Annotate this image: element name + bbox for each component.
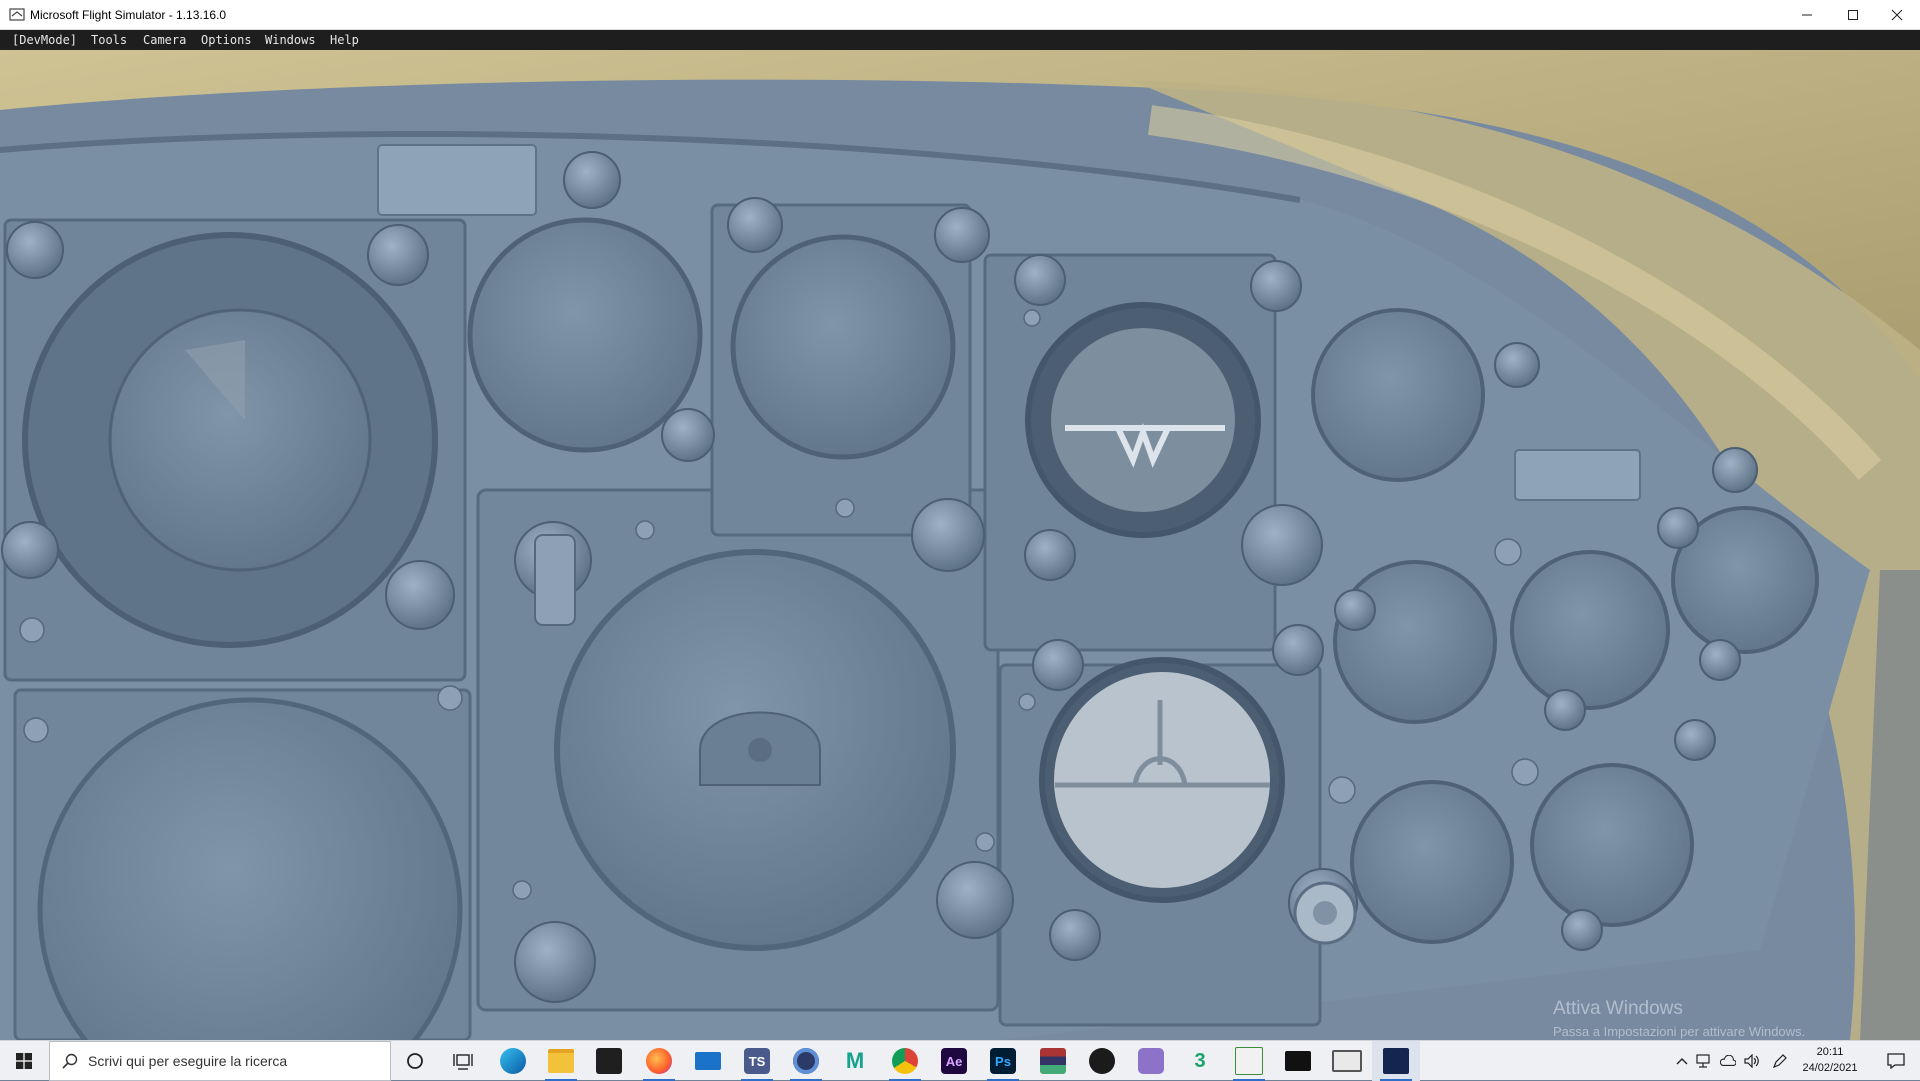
window-app-icon [1332,1050,1362,1072]
taskbar-firefox[interactable] [635,1041,683,1081]
search-icon [62,1053,78,1069]
taskbar-file-explorer[interactable] [537,1041,585,1081]
watermark-title: Attiva Windows [1553,998,1683,1019]
flight-sim-app-icon [9,8,25,21]
chrome-icon [892,1048,918,1074]
clock-date: 24/02/2021 [1802,1062,1858,1074]
menu-devmode[interactable]: [DevMode] [12,33,77,47]
terminal-icon [1285,1051,1311,1071]
snip-tool-icon [1138,1048,1164,1074]
file-explorer-icon [548,1049,574,1073]
notification-icon [1887,1053,1905,1069]
close-icon [1891,9,1903,21]
taskbar-chrome[interactable] [881,1041,929,1081]
menu-help[interactable]: Help [330,33,359,47]
tray-overflow[interactable] [1674,1053,1690,1069]
tray-volume[interactable] [1744,1053,1760,1069]
window-title: Microsoft Flight Simulator - 1.13.16.0 [30,8,227,22]
close-button[interactable] [1874,0,1920,30]
tray-network[interactable] [1696,1053,1712,1069]
devmode-menubar: [DevMode] Tools Camera Options Windows H… [0,30,1920,50]
taskbar-snip-tool[interactable] [1127,1041,1175,1081]
taskbar-app-circle[interactable] [782,1041,830,1081]
msfs-m-icon: M [845,1048,865,1073]
minimize-icon [1802,14,1812,16]
edge-icon [500,1048,526,1074]
app-3-icon: 3 [1194,1049,1206,1072]
maximize-button[interactable] [1830,0,1876,30]
taskbar-after-effects[interactable]: Ae [930,1041,978,1081]
taskbar-store[interactable] [585,1041,633,1081]
task-view-icon [453,1054,473,1070]
firefox-icon [646,1048,672,1074]
menu-options[interactable]: Options [201,33,252,47]
taskbar-flight-simulator[interactable] [1372,1041,1420,1081]
after-effects-icon: Ae [941,1048,967,1074]
winrar-icon [1040,1048,1066,1074]
app-circle-icon [793,1048,819,1074]
clock-time: 20:11 [1816,1046,1844,1058]
taskbar-search-box[interactable]: Scrivi qui per eseguire la ricerca [49,1041,391,1081]
taskbar-winrar[interactable] [1029,1041,1077,1081]
activation-watermark: Attiva Windows Passa a Impostazioni per … [1553,998,1805,1039]
taskbar-terminal[interactable] [1274,1041,1322,1081]
cortana-icon [407,1053,423,1069]
cockpit-instrument-panel [0,50,1920,1040]
window-titlebar: Microsoft Flight Simulator - 1.13.16.0 [0,0,1920,30]
taskbar-teamspeak[interactable]: TS [733,1041,781,1081]
teamspeak-icon: TS [744,1048,770,1074]
flight-sim-taskbar-icon [1383,1048,1409,1074]
tray-onedrive[interactable] [1720,1053,1736,1069]
search-placeholder: Scrivi qui per eseguire la ricerca [88,1053,288,1069]
task-manager-icon [1235,1047,1263,1075]
windows-logo-icon [16,1053,32,1069]
network-icon [1696,1054,1710,1068]
taskbar-mail[interactable] [684,1041,732,1081]
taskbar-window-app[interactable] [1323,1041,1371,1081]
taskbar-edge[interactable] [489,1041,537,1081]
cortana-button[interactable] [391,1041,439,1081]
notification-center-button[interactable] [1876,1041,1916,1081]
taskbar-msfs-m[interactable]: M [831,1041,879,1081]
start-button[interactable] [0,1041,48,1081]
menu-tools[interactable]: Tools [91,33,127,47]
menu-windows[interactable]: Windows [265,33,316,47]
maximize-icon [1848,10,1858,20]
store-icon [596,1048,622,1074]
cockpit-viewport[interactable]: Attiva Windows Passa a Impostazioni per … [0,50,1920,1040]
task-view-button[interactable] [439,1041,487,1081]
taskbar-app-3[interactable]: 3 [1176,1041,1224,1081]
taskbar-photoshop[interactable]: Ps [979,1041,1027,1081]
menu-camera[interactable]: Camera [143,33,186,47]
onedrive-icon [1720,1055,1736,1066]
xbox-icon [1089,1048,1115,1074]
watermark-subtitle: Passa a Impostazioni per attivare Window… [1553,1024,1806,1039]
chevron-up-icon [1676,1058,1688,1065]
taskbar-xbox[interactable] [1078,1041,1126,1081]
minimize-button[interactable] [1784,0,1830,30]
taskbar-task-manager[interactable] [1225,1041,1273,1081]
photoshop-icon: Ps [990,1048,1016,1074]
mail-icon [695,1052,721,1070]
taskbar: Scrivi qui per eseguire la ricerca TS M … [0,1040,1920,1081]
taskbar-clock[interactable]: 20:11 24/02/2021 [1782,1044,1878,1076]
volume-icon [1744,1054,1759,1068]
